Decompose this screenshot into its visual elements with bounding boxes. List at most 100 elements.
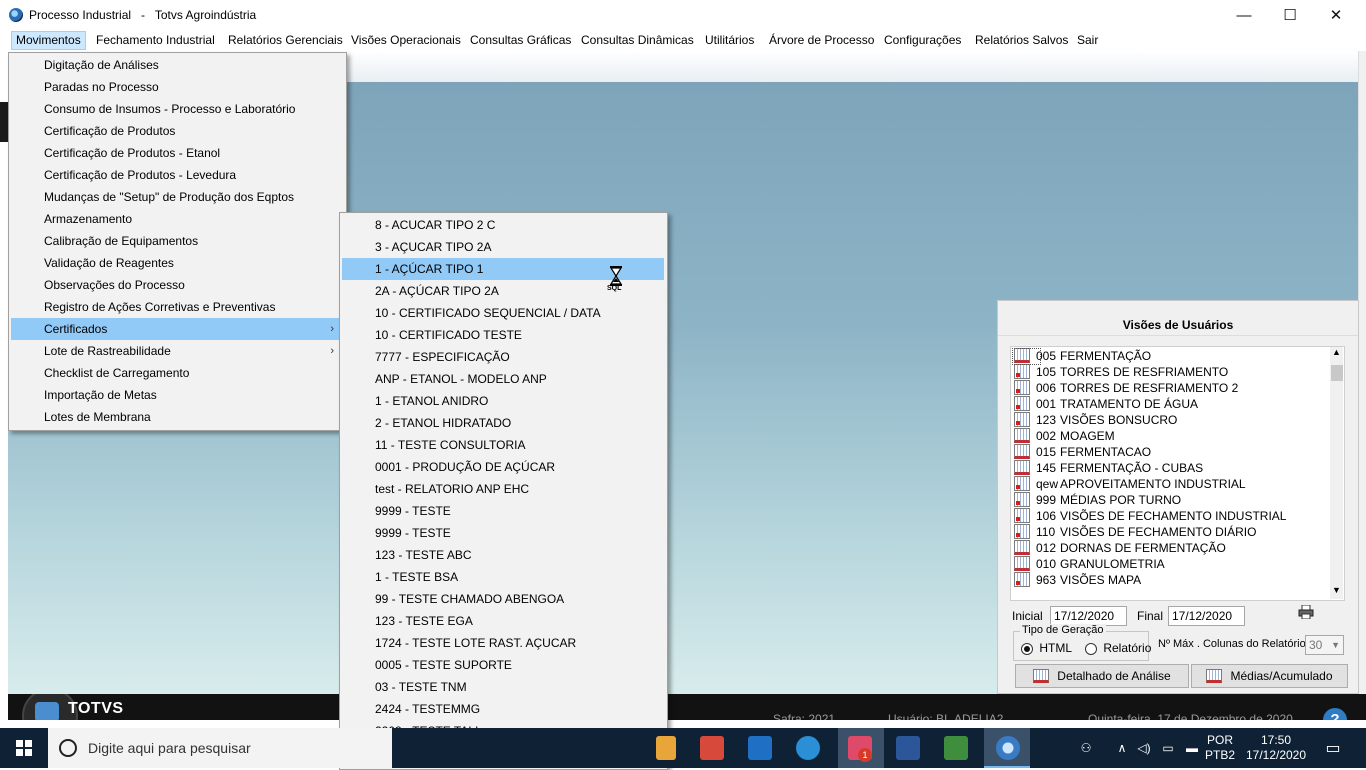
certificado-item[interactable]: 0005 - TESTE SUPORTE [342,654,664,676]
movimentos-item[interactable]: Importação de Metas [11,384,344,406]
scroll-down-icon[interactable]: ▼ [1332,585,1341,595]
taskbar-search[interactable]: Digite aqui para pesquisar [48,728,392,768]
radio-html-icon[interactable] [1021,642,1033,655]
word-icon[interactable] [896,736,920,760]
final-date-field[interactable]: 17/12/2020 [1168,606,1245,626]
scroll-thumb[interactable] [1331,365,1343,381]
certificado-item[interactable]: 2424 - TESTEMMG [342,698,664,720]
excel-icon[interactable] [944,736,968,760]
certificado-item[interactable]: 123 - TESTE ABC [342,544,664,566]
certificado-item[interactable]: 10 - CERTIFICADO SEQUENCIAL / DATA [342,302,664,324]
people-icon[interactable]: ⚇ [1074,728,1098,768]
clock[interactable]: 17:50 17/12/2020 [1242,728,1310,768]
visao-item[interactable]: 145 FERMENTAÇÃO - CUBAS [1014,460,1203,476]
movimentos-item[interactable]: Checklist de Carregamento [11,362,344,384]
movimentos-item[interactable]: Digitação de Análises [11,54,344,76]
visao-item[interactable]: 999 MÉDIAS POR TURNO [1014,492,1181,508]
minimize-button[interactable]: — [1221,0,1267,30]
visao-item[interactable]: 002 MOAGEM [1014,428,1115,444]
movimentos-item[interactable]: Certificação de Produtos - Levedura [11,164,344,186]
chevron-up-icon[interactable]: ∧ [1112,728,1132,768]
movimentos-item[interactable]: Observações do Processo [11,274,344,296]
visao-item[interactable]: 010 GRANULOMETRIA [1014,556,1165,572]
radio-relatorio-icon[interactable] [1085,642,1097,655]
menu-movimentos[interactable]: Movimentos [11,31,86,50]
movimentos-item[interactable]: Mudanças de "Setup" de Produção dos Eqpt… [11,186,344,208]
visao-item[interactable]: 110 VISÕES DE FECHAMENTO DIÁRIO [1014,524,1256,540]
visoes-list[interactable]: 005 FERMENTAÇÃO 105 TORRES DE RESFRIAMENTO 0… [1010,346,1345,601]
menu-consultas-dinamicas[interactable]: Consultas Dinâmicas [577,32,698,49]
visao-item[interactable]: 001 TRATAMENTO DE ÁGUA [1014,396,1198,412]
certificado-item[interactable]: 03 - TESTE TNM [342,676,664,698]
certificado-item[interactable]: test - RELATORIO ANP EHC [342,478,664,500]
certificado-item[interactable]: ANP - ETANOL - MODELO ANP [342,368,664,390]
max-colunas-select[interactable]: 30 ▼ [1305,635,1344,655]
certificado-item[interactable]: 1724 - TESTE LOTE RAST. AÇUCAR [342,632,664,654]
movimentos-item[interactable]: Calibração de Equipamentos [11,230,344,252]
notification-center-icon[interactable]: ▭ [1318,728,1348,768]
visao-item[interactable]: 123 VISÕES BONSUCRO [1014,412,1177,428]
scroll-up-icon[interactable]: ▲ [1332,347,1341,357]
start-button[interactable] [0,728,48,768]
movimentos-item[interactable]: Certificados › [11,318,344,340]
certificado-item[interactable]: 0001 - PRODUÇÃO DE AÇÚCAR [342,456,664,478]
network-icon[interactable]: ▭ [1158,728,1178,768]
close-button[interactable]: ✕ [1313,0,1359,30]
visao-item[interactable]: 106 VISÕES DE FECHAMENTO INDUSTRIAL [1014,508,1286,524]
menu-utilitarios[interactable]: Utilitários [701,32,758,49]
certificado-item[interactable]: 8 - ACUCAR TIPO 2 C [342,214,664,236]
visao-item[interactable]: 963 VISÕES MAPA [1014,572,1141,588]
printer-icon[interactable] [1298,605,1314,619]
visao-item[interactable]: qew APROVEITAMENTO INDUSTRIAL [1014,476,1246,492]
list-scrollbar[interactable] [1330,347,1343,599]
language-indicator[interactable]: POR PTB2 [1204,728,1236,768]
movimentos-item[interactable]: Certificação de Produtos [11,120,344,142]
movimentos-item[interactable]: Validação de Reagentes [11,252,344,274]
movimentos-item[interactable]: Certificação de Produtos - Etanol [11,142,344,164]
medias-acumulado-button[interactable]: Médias/Acumulado [1191,664,1348,688]
certificado-item[interactable]: 1 - ETANOL ANIDRO [342,390,664,412]
certificado-item[interactable]: 7777 - ESPECIFICAÇÃO [342,346,664,368]
certificado-item[interactable]: 99 - TESTE CHAMADO ABENGOA [342,588,664,610]
visao-item[interactable]: 105 TORRES DE RESFRIAMENTO [1014,364,1228,380]
battery-icon[interactable]: ▬ [1182,728,1202,768]
detalhado-analise-button[interactable]: Detalhado de Análise [1015,664,1189,688]
window-scrollbar[interactable] [1358,51,1366,694]
movimentos-item[interactable]: Lote de Rastreabilidade › [11,340,344,362]
certificado-item[interactable]: 11 - TESTE CONSULTORIA [342,434,664,456]
maximize-button[interactable]: ☐ [1267,0,1313,30]
visao-item[interactable]: 012 DORNAS DE FERMENTAÇÃO [1014,540,1226,556]
movimentos-item[interactable]: Registro de Ações Corretivas e Preventiv… [11,296,344,318]
menu-visoes-operacionais[interactable]: Visões Operacionais [347,32,465,49]
radio-relatorio[interactable]: Relatório [1085,641,1151,655]
chat-icon[interactable] [796,736,820,760]
volume-icon[interactable]: ◁) [1134,728,1154,768]
menu-fechamento-industrial[interactable]: Fechamento Industrial [92,32,219,49]
certificado-item[interactable]: 2 - ETANOL HIDRATADO [342,412,664,434]
movimentos-item[interactable]: Consumo de Insumos - Processo e Laborató… [11,98,344,120]
mail-icon[interactable] [700,736,724,760]
menu-relatorios-salvos[interactable]: Relatórios Salvos [971,32,1072,49]
certificado-item[interactable]: 9999 - TESTE [342,500,664,522]
help-icon[interactable]: ? [1323,708,1347,720]
menu-relatorios-gerenciais[interactable]: Relatórios Gerenciais [224,32,347,49]
menu-arvore-de-processo[interactable]: Árvore de Processo [765,32,878,49]
movimentos-item[interactable]: Paradas no Processo [11,76,344,98]
inicial-date-field[interactable]: 17/12/2020 [1050,606,1127,626]
visao-item[interactable]: 006 TORRES DE RESFRIAMENTO 2 [1014,380,1238,396]
menu-configuracoes[interactable]: Configurações [880,32,965,49]
certificado-item[interactable]: 9999 - TESTE [342,522,664,544]
menu-sair[interactable]: Sair [1073,32,1102,49]
certificado-item[interactable]: 10 - CERTIFICADO TESTE [342,324,664,346]
file-explorer-icon[interactable] [656,736,676,760]
certificado-item[interactable]: 3 - AÇUCAR TIPO 2A [342,236,664,258]
movimentos-item[interactable]: Armazenamento [11,208,344,230]
radio-html[interactable]: HTML [1021,641,1072,655]
movimentos-item[interactable]: Lotes de Membrana [11,406,344,428]
lync-icon[interactable] [748,736,772,760]
menu-consultas-graficas[interactable]: Consultas Gráficas [466,32,575,49]
certificado-item[interactable]: 1 - TESTE BSA [342,566,664,588]
certificado-item[interactable]: 123 - TESTE EGA [342,610,664,632]
movimentos-item-label: Armazenamento [44,212,133,226]
visao-item[interactable]: 015 FERMENTACAO [1014,444,1151,460]
